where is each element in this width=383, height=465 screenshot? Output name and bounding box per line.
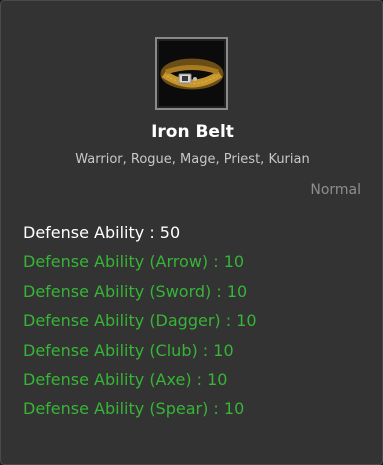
item-name: Iron Belt [151,122,234,142]
stat-defense-spear: Defense Ability (Spear) : 10 [23,399,245,419]
stat-defense-dagger: Defense Ability (Dagger) : 10 [23,311,257,331]
stat-defense-sword: Defense Ability (Sword) : 10 [23,281,248,301]
stat-defense-club: Defense Ability (Club) : 10 [23,340,234,360]
item-classes: Warrior, Rogue, Mage, Priest, Kurian [75,152,310,167]
item-tooltip: Iron Belt Warrior, Rogue, Mage, Priest, … [0,0,383,465]
stat-defense-arrow: Defense Ability (Arrow) : 10 [23,252,245,272]
stat-list: Defense Ability : 50 Defense Ability (Ar… [23,218,257,424]
stat-defense-axe: Defense Ability (Axe) : 10 [23,370,228,390]
iron-belt-icon [159,41,224,106]
item-grade: Normal [310,182,361,198]
item-icon-frame [155,37,228,110]
stat-defense: Defense Ability : 50 [23,223,181,242]
